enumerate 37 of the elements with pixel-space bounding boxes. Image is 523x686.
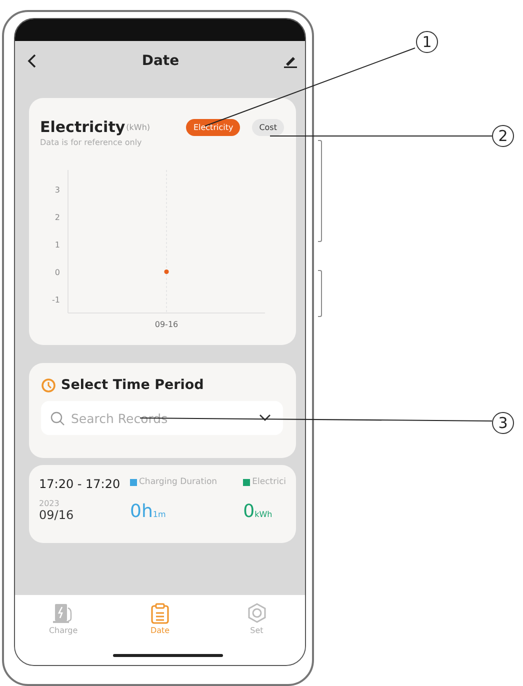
clipboard-icon [150,603,170,624]
tick-label: -1 [52,295,60,304]
metric-label: Charging Duration [139,477,218,487]
clock-icon [41,378,56,392]
metric-value: 0kWh [243,501,274,522]
tick-label: 2 [54,212,60,222]
callout-number: 2 [492,125,514,147]
category-label: 09-16 [154,320,178,329]
date-label: 09/16 [39,508,75,522]
search-field[interactable]: Search Records [41,401,283,435]
section-title: Select Time Period [61,377,204,393]
chevron-down-icon [259,414,271,422]
note-text: Data is for reference only [40,138,143,147]
page-title: Date [142,53,180,69]
toggle-button[interactable]: Electricity [186,118,240,136]
edit-icon[interactable] [284,54,297,68]
charger-icon [53,603,74,624]
back-button[interactable] [27,54,37,68]
metric-value: 0h 1m [130,501,167,522]
tick-label: 1 [54,240,60,250]
nav-tab[interactable]: Set [208,603,305,641]
metric-label: Electrici [252,477,286,487]
tick-label: 3 [54,185,60,194]
time-range: 17:20 - 17:20 [39,477,122,491]
callout-number: 1 [416,31,438,53]
nav-tab[interactable]: Charge [15,603,112,641]
nav-tab[interactable]: Date [112,603,208,641]
year-label: 2023 [39,499,60,508]
search-icon [50,411,65,426]
toggle-button[interactable]: Cost [252,118,284,136]
unit-label: (kWh) [126,122,150,132]
tick-label: 0 [54,268,60,277]
record-card[interactable]: 17:20 - 17:20 2023 09/16 Charging Duration 0h 1m Electrici 0kWh [29,465,296,543]
data-point [164,269,169,274]
callout-number: 3 [492,412,514,434]
chart-title: Electricity [40,118,126,136]
hexagon-icon [246,603,267,624]
